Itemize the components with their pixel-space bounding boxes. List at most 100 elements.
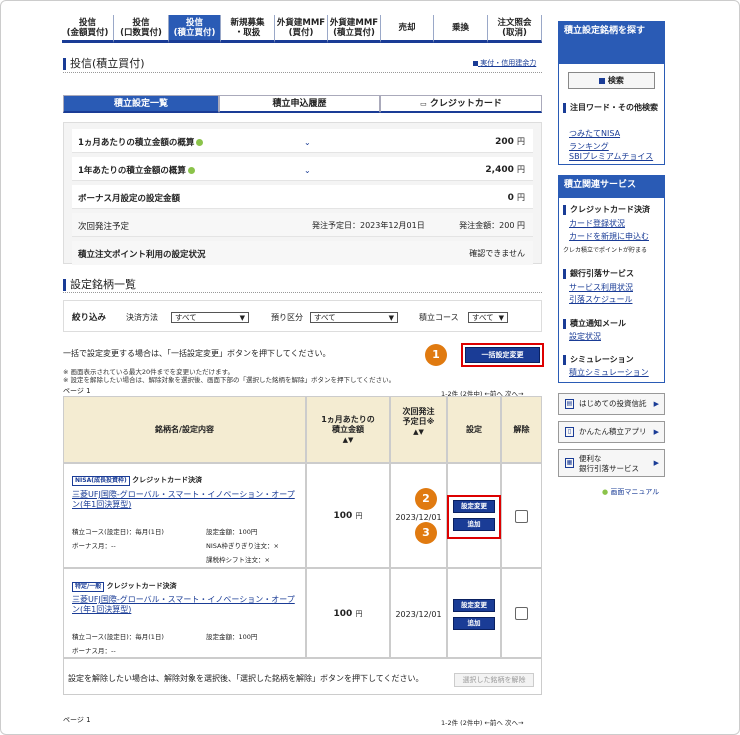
page-title-text: 投信(積立買付) <box>70 57 145 70</box>
link-tsumitate-nisa[interactable]: つみたてNISA <box>569 128 620 139</box>
tab-label-sub: ・取扱 <box>234 28 261 38</box>
page-indicator: ページ 1 <box>63 716 91 724</box>
col-header-date: 次回発注予定日※ ▲▼ <box>390 396 447 463</box>
search-button[interactable]: 検索 <box>568 72 655 89</box>
bank-service-button[interactable]: ▦ 便利な 銀行引落サービス ▶ <box>558 449 665 477</box>
release-selected-button[interactable]: 選択した銘柄を解除 <box>454 673 534 687</box>
cc-title: クレジットカード決済 <box>563 204 650 215</box>
pager[interactable]: 1-2件 (2件中) ←前へ 次へ→ <box>441 717 523 727</box>
summary-value: 2,400 円 <box>485 165 525 175</box>
filter-account-select[interactable]: すべて ▼ <box>310 312 398 323</box>
filter-label: 絞り込み <box>72 313 107 323</box>
bank-title: 銀行引落サービス <box>563 268 634 279</box>
tab-order-inquiry[interactable]: 注文照会 (取消) <box>488 15 542 43</box>
chevron-down-icon: ▼ <box>498 314 504 322</box>
section-title: 設定銘柄一覧 <box>63 276 136 292</box>
tab-label: 乗換 <box>451 23 469 33</box>
page-title: 投信(積立買付) <box>63 55 145 71</box>
fund-name-link[interactable]: 三菱UFJ国際-グローバル・スマート・イノベーション・オープン(年1回決算型) <box>72 490 302 510</box>
link-bank-schedule[interactable]: 引落スケジュール <box>569 294 632 305</box>
tab-switch[interactable]: 乗換 <box>434 15 488 43</box>
tab-mmf-accumulation[interactable]: 外貨建MMF (積立買付) <box>328 15 381 43</box>
tab-new-offering[interactable]: 新規募集 ・取扱 <box>221 15 275 43</box>
table-row: NISA(成長投資枠) クレジットカード決済 三菱UFJ国際-グローバル・スマー… <box>63 463 306 568</box>
fund-name-link[interactable]: 三菱UFJ国際-グローバル・スマート・イノベーション・オープン(年1回決算型) <box>72 595 302 615</box>
filter-course-select[interactable]: すべて ▼ <box>468 312 508 323</box>
chevron-down-icon: ▼ <box>239 314 245 322</box>
next-order-date: 発注予定日：2023年12月01日 <box>312 221 425 230</box>
course-text: 積立コース(設定日)：毎月(1日) <box>72 633 164 641</box>
link-premium-choice[interactable]: SBIプレミアムチョイス <box>569 151 653 162</box>
row-meta: NISA(成長投資枠) クレジットカード決済 <box>72 475 202 486</box>
subtab-history[interactable]: 積立申込履歴 <box>219 95 380 113</box>
tab-label-sub: (積立買付) <box>173 28 216 38</box>
link-bank-status[interactable]: サービス利用状況 <box>569 282 633 293</box>
app-button[interactable]: ▯ かんたん積立アプリ ▶ <box>558 421 665 443</box>
tab-label-sub: (買付) <box>288 28 314 38</box>
sort-icon[interactable]: ▲▼ <box>391 427 446 437</box>
release-checkbox[interactable] <box>515 510 528 523</box>
summary-value: 200 円 <box>495 137 525 147</box>
help-icon[interactable] <box>196 139 204 146</box>
top-link[interactable]: 実付・信用建余力 <box>473 58 536 68</box>
row-meta: 特定/一般 クレジットカード決済 <box>72 581 177 592</box>
mail-title: 積立通知メール <box>563 318 626 329</box>
account-tag: 特定/一般 <box>72 582 105 592</box>
tab-label: 投信 <box>132 18 150 28</box>
col-header-setting: 設定 <box>447 396 501 463</box>
cancel-cell <box>501 568 542 658</box>
subtab-credit-card[interactable]: ▭ クレジットカード <box>380 95 542 113</box>
bonus-text: ボーナス月：-- <box>72 542 116 550</box>
chevron-down-icon[interactable]: ⌄ <box>304 166 311 175</box>
account-tag: NISA(成長投資枠) <box>72 476 130 486</box>
summary-row-points: 積立注文ポイント利用の設定状況 確認できません <box>72 241 533 265</box>
col-header-amount: 1ヵ月あたりの積立金額 ▲▼ <box>306 396 390 463</box>
cancel-cell <box>501 463 542 568</box>
step-badge-1: 1 <box>425 344 447 366</box>
tab-label: 新規募集 <box>230 18 265 28</box>
chevron-down-icon: ▼ <box>388 314 394 322</box>
summary-label: 積立注文ポイント利用の設定状況 <box>78 250 206 260</box>
help-icon[interactable] <box>187 167 195 174</box>
amount-cell: 100 円 <box>306 463 390 568</box>
chevron-down-icon[interactable]: ⌄ <box>304 138 311 147</box>
link-card-apply[interactable]: カードを新規に申込む <box>569 231 649 242</box>
filter-payment-select[interactable]: すべて ▼ <box>171 312 249 323</box>
change-setting-button[interactable]: 設定変更 <box>453 599 495 612</box>
link-simulation[interactable]: 積立シミュレーション <box>569 367 649 378</box>
chevron-right-icon: ▶ <box>653 459 659 467</box>
tab-label: 投信 <box>78 18 96 28</box>
tab-label: 外貨建MMF <box>276 18 326 28</box>
tab-fund-units[interactable]: 投信 (口数買付) <box>114 15 169 43</box>
next-order-amount: 発注金額：200 円 <box>459 221 525 230</box>
manual-link[interactable]: ● 画面マニュアル <box>602 487 659 497</box>
sidebar-search-box: 検索 注目ワード・その他検索 つみたてNISA ランキング SBIプレミアムチョ… <box>558 63 665 165</box>
add-button[interactable]: 追加 <box>453 518 495 531</box>
subtab-settings-list[interactable]: 積立設定一覧 <box>63 95 219 113</box>
release-bar: 設定を解除したい場合は、解除対象を選択後、「選択した銘柄を解除」ボタンを押下して… <box>63 658 542 695</box>
summary-row-monthly: 1ヵ月あたりの積立金額の概算 ⌄ 200 円 <box>72 129 533 153</box>
tab-sell[interactable]: 売却 <box>381 15 434 43</box>
change-setting-button[interactable]: 設定変更 <box>453 500 495 513</box>
page-indicator: ページ 1 <box>63 387 91 395</box>
link-mail-status[interactable]: 設定状況 <box>569 331 601 342</box>
tab-label-sub: (金額買付) <box>66 28 109 38</box>
sort-icon[interactable]: ▲▼ <box>307 435 389 445</box>
nisa-text: NISA枠ぎりぎり注文：× <box>206 542 279 550</box>
release-checkbox[interactable] <box>515 607 528 620</box>
add-button[interactable]: 追加 <box>453 617 495 630</box>
summary-label: 1年あたりの積立金額の概算 <box>78 164 195 176</box>
tab-fund-accumulation[interactable]: 投信 (積立買付) <box>169 15 221 43</box>
set-amount-text: 設定金額：100円 <box>206 633 258 641</box>
tab-mmf-buy[interactable]: 外貨建MMF (買付) <box>275 15 328 43</box>
summary-row-bonus: ボーナス月設定の設定金額 0 円 <box>72 185 533 209</box>
tab-fund-amount[interactable]: 投信 (金額買付) <box>62 15 114 43</box>
tab-label-sub: (積立買付) <box>333 28 375 38</box>
bulk-change-button[interactable]: 一括設定変更 <box>465 347 540 363</box>
link-card-status[interactable]: カード登録状況 <box>569 218 625 229</box>
link-icon <box>473 60 478 66</box>
tab-label-sub: (口数買付) <box>120 28 162 38</box>
date-cell: 2023/12/01 <box>390 463 447 568</box>
beginner-fund-button[interactable]: ▤ はじめての投資信託 ▶ <box>558 393 665 415</box>
filter-payment-label: 決済方法 <box>126 313 158 322</box>
